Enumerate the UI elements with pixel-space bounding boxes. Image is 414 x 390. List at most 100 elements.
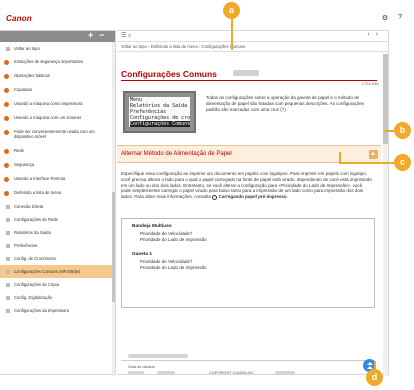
- sidebar-item[interactable]: Usando a Interface Remota: [0, 172, 115, 186]
- callout-b-leader: [384, 130, 394, 132]
- sidebar-item[interactable]: Copiando: [0, 83, 115, 97]
- nav-arrows[interactable]: ‹›: [367, 31, 384, 38]
- setting-option: Prioridade do Lado de Impressão: [140, 237, 207, 242]
- sidebar-nav: Voltar ao topo Instruções de segurança im…: [0, 42, 115, 317]
- sidebar-item[interactable]: Relatórios da Saída: [0, 226, 115, 239]
- sidebar-item-label: Configurações Comuns (MF249dw): [14, 269, 81, 274]
- page-icon: [6, 256, 10, 261]
- sidebar-item[interactable]: Rede: [0, 144, 115, 158]
- page-icon: [6, 308, 10, 313]
- sidebar-item[interactable]: Configurações de Rede: [0, 213, 115, 226]
- sidebar-item-label: Operações básicas: [14, 73, 50, 78]
- expand-all-button[interactable]: +: [88, 30, 93, 40]
- intro-text: Todas as configurações sobre a operação …: [206, 95, 365, 112]
- sidebar-toolbar: + −: [0, 30, 115, 42]
- page-icon: [6, 204, 10, 209]
- sidebar-item-label: Configurações de Rede: [14, 217, 58, 222]
- sidebar-item[interactable]: Instruções de segurança importantes: [0, 55, 115, 69]
- header-icons: ⚙ ?: [382, 14, 402, 22]
- expand-bullet-icon: [4, 60, 9, 65]
- link-icon[interactable]: [212, 194, 218, 200]
- sidebar-item[interactable]: Config. Digitalização: [0, 291, 115, 304]
- callout-b: b: [394, 122, 411, 139]
- sidebar-item[interactable]: Pode ser convenientemente usada com um d…: [0, 125, 115, 144]
- content-area: Configurações Comuns 1724-05K Menu Relató…: [117, 54, 381, 376]
- sidebar-item-label: Preferências: [14, 243, 38, 248]
- page-icon: [6, 217, 10, 222]
- setting-source-title: Gaveta 1: [132, 252, 153, 257]
- sidebar-item[interactable]: Usando a máquina com um scanner: [0, 111, 115, 125]
- callout-a-leader: [231, 18, 233, 50]
- section-title: Alternar Método de Alimentação de Papel: [121, 151, 232, 157]
- sidebar-item[interactable]: Configurações da Impressora: [0, 304, 115, 317]
- callout-d: d: [366, 369, 383, 386]
- callout-d-leader: [374, 361, 376, 369]
- breadcrumb[interactable]: Voltar ao topo › Definindo a lista de me…: [117, 42, 388, 52]
- footer-guide: Guia do usuário: [128, 365, 155, 369]
- sidebar-item[interactable]: Segurança: [0, 158, 115, 172]
- expand-bullet-icon: [4, 149, 9, 154]
- sidebar-item[interactable]: Configurações de Cópia: [0, 278, 115, 291]
- sidebar-item-label: Usando a máquina como impressora: [14, 101, 83, 106]
- settings-box: Bandeja Multiuso Prioridade de Velocidade…: [121, 218, 375, 308]
- expand-bullet-icon: [4, 74, 9, 79]
- gear-icon[interactable]: ⚙: [382, 14, 388, 22]
- sidebar-item-label: Voltar ao topo: [14, 46, 40, 51]
- sidebar-scrollbar[interactable]: [112, 42, 115, 376]
- sidebar-item-label: Configurações da Impressora: [14, 308, 69, 313]
- sidebar-item-label: Usando a Interface Remota: [14, 176, 66, 181]
- main-scrollbar[interactable]: [383, 54, 388, 376]
- page-icon: [6, 282, 10, 287]
- page-icon: [6, 243, 10, 248]
- expand-bullet-icon: [4, 177, 9, 182]
- collapse-section-button[interactable]: [369, 150, 378, 159]
- sidebar-item-label: Copiando: [14, 87, 32, 92]
- sidebar-item[interactable]: Usando a máquina como impressora: [0, 97, 115, 111]
- help-icon[interactable]: ?: [398, 14, 402, 22]
- sidebar-item[interactable]: Operações básicas: [0, 69, 115, 83]
- canon-logo: Canon: [6, 14, 32, 23]
- callout-c-leader: [339, 152, 341, 162]
- sidebar-item-label: Relatórios da Saída: [14, 230, 51, 235]
- body-link[interactable]: Carregando papel pré-impresso: [219, 194, 287, 199]
- sidebar-item-label: Segurança: [14, 162, 35, 167]
- callout-c: c: [394, 154, 411, 171]
- setting-option: Prioridade do Lado de Impressão: [140, 265, 207, 270]
- sidebar-item[interactable]: Configurações Comuns (MF249dw): [0, 265, 115, 278]
- footer-copyright: COPYRIGHT CANON INC.: [209, 371, 255, 375]
- list-icon[interactable]: ☰ ⌕: [121, 32, 131, 40]
- sidebar-item-label: Config. Digitalização: [14, 295, 53, 300]
- sidebar-item-label: Config. de Cronômetro: [14, 256, 57, 261]
- sidebar-scroll-thumb[interactable]: [112, 192, 115, 302]
- lcd-screen: Menu Relatórios da Saída Preferências Confi…: [123, 91, 196, 133]
- setting-option: Prioridade de Velocidade†: [140, 231, 193, 236]
- expand-bullet-icon: [4, 102, 9, 107]
- sidebar-item-label: Pode ser convenientemente usada com um d…: [14, 129, 95, 139]
- page-id: 1724-05K: [361, 81, 379, 86]
- sidebar-item-label: Conexão Direta: [14, 204, 44, 209]
- sidebar: + − Voltar ao topo Instruções de seguranç…: [0, 30, 116, 376]
- expand-bullet-icon: [4, 163, 9, 168]
- callout-c-leader2: [339, 162, 394, 164]
- page-icon: [6, 269, 10, 274]
- sidebar-item[interactable]: Definindo a lista de menu: [0, 186, 115, 200]
- sidebar-item[interactable]: Conexão Direta: [0, 200, 115, 213]
- footer-redacted-line: [128, 354, 188, 358]
- footer-divider: [121, 360, 375, 361]
- collapse-all-button[interactable]: −: [99, 30, 104, 40]
- expand-bullet-icon: [4, 130, 9, 135]
- setting-option: Prioridade de Velocidade†: [140, 259, 193, 264]
- setting-source-title: Bandeja Multiuso: [132, 224, 172, 229]
- footer-redacted-model: [128, 371, 144, 375]
- section-header[interactable]: Alternar Método de Alimentação de Papel: [117, 145, 381, 163]
- sidebar-item[interactable]: Preferências: [0, 239, 115, 252]
- page-icon: [6, 295, 10, 300]
- sidebar-item[interactable]: Voltar ao topo: [0, 42, 115, 55]
- title-rule: [121, 80, 377, 81]
- page-icon: [6, 46, 10, 51]
- lcd-display: Menu Relatórios da Saída Preferências Confi…: [129, 97, 190, 127]
- sidebar-item-label: Definindo a lista de menu: [14, 190, 62, 195]
- sidebar-item[interactable]: Config. de Cronômetro: [0, 252, 115, 265]
- expand-bullet-icon: [4, 191, 9, 196]
- sidebar-item-label: Instruções de segurança importantes: [14, 59, 83, 64]
